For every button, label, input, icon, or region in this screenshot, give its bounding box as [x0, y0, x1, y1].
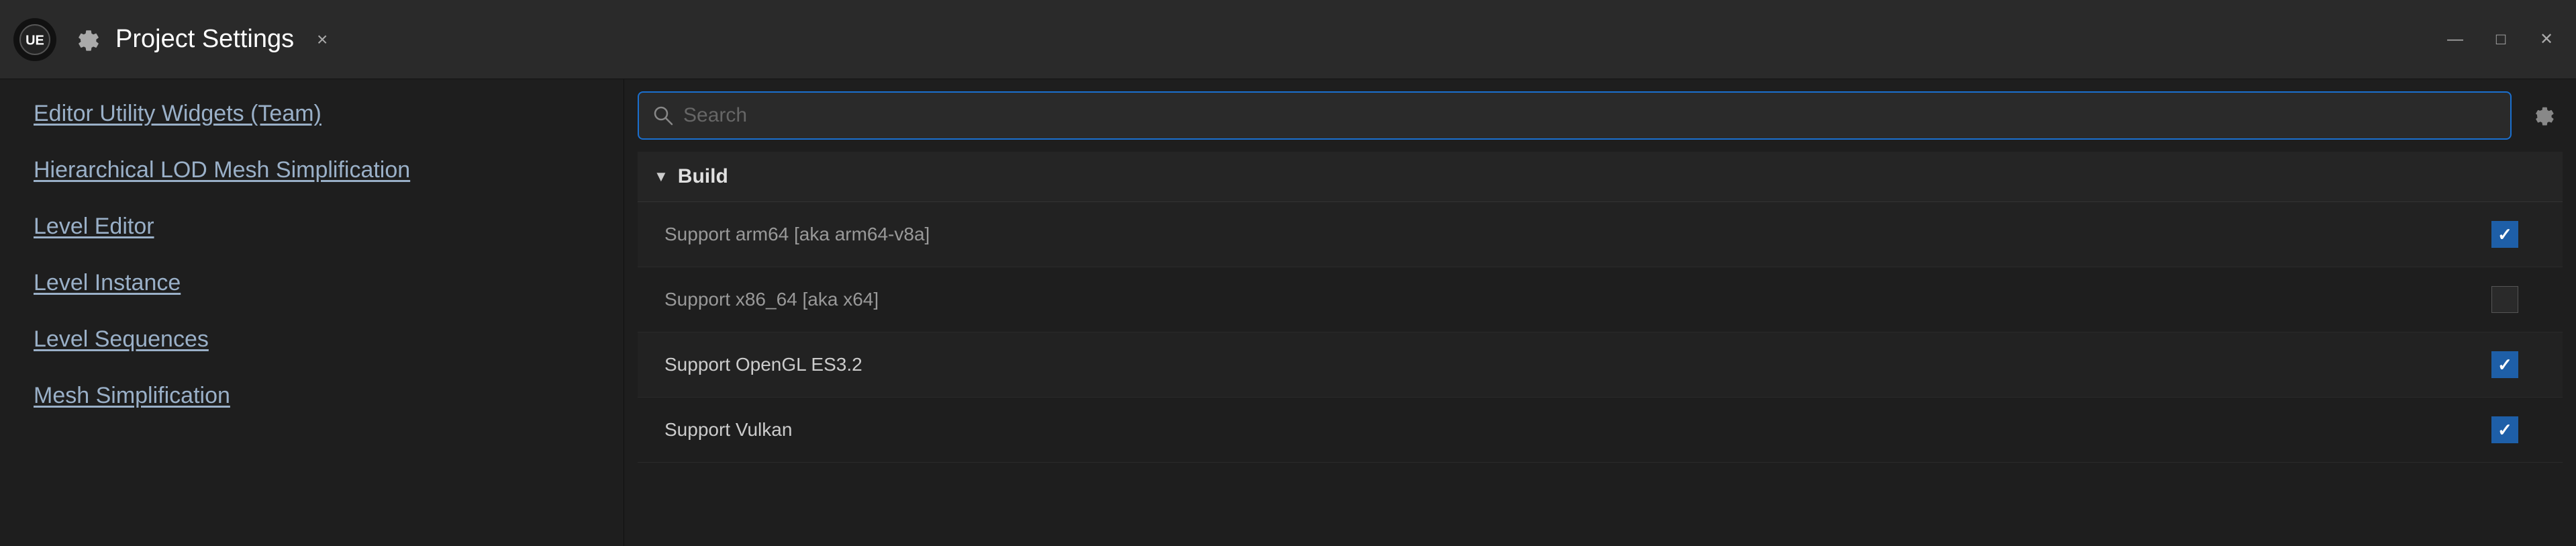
section-collapse-arrow: ▼ — [654, 168, 668, 185]
search-input[interactable] — [683, 104, 2497, 127]
right-panel: ▼ Build Support arm64 [aka arm64-v8a] Su… — [624, 79, 2576, 546]
checkbox-vulkan[interactable] — [2491, 416, 2518, 443]
checkbox-x86-wrap[interactable] — [2487, 282, 2522, 317]
settings-gear-icon[interactable] — [2522, 95, 2563, 136]
row-label-x86: Support x86_64 [aka x64] — [664, 289, 2487, 310]
checkbox-opengl-wrap[interactable] — [2487, 347, 2522, 382]
search-bar-wrap — [638, 91, 2563, 140]
table-row: Support OpenGL ES3.2 — [638, 332, 2563, 398]
main-content: Editor Utility Widgets (Team) Hierarchic… — [0, 79, 2576, 546]
checkbox-vulkan-wrap[interactable] — [2487, 412, 2522, 447]
checkbox-arm64-wrap[interactable] — [2487, 217, 2522, 252]
sidebar: Editor Utility Widgets (Team) Hierarchic… — [0, 79, 624, 546]
ue-logo: UE — [13, 18, 56, 61]
build-section-header[interactable]: ▼ Build — [638, 152, 2563, 202]
tab-close-button[interactable]: × — [306, 24, 338, 56]
row-label-opengl: Support OpenGL ES3.2 — [664, 354, 2487, 375]
settings-icon — [68, 22, 103, 57]
window-controls: — □ ✕ — [2439, 24, 2563, 56]
window-title: Project Settings — [115, 25, 294, 54]
checkbox-opengl[interactable] — [2491, 351, 2518, 378]
row-label-vulkan: Support Vulkan — [664, 419, 2487, 441]
section-title-build: Build — [678, 165, 728, 188]
table-row: Support x86_64 [aka x64] — [638, 267, 2563, 332]
sidebar-item-hierarchical-lod[interactable]: Hierarchical LOD Mesh Simplification — [0, 142, 624, 199]
settings-content: ▼ Build Support arm64 [aka arm64-v8a] Su… — [638, 152, 2563, 546]
sidebar-item-level-instance[interactable]: Level Instance — [0, 255, 624, 312]
svg-text:UE: UE — [26, 33, 44, 48]
close-window-button[interactable]: ✕ — [2530, 24, 2563, 56]
checkbox-arm64[interactable] — [2491, 221, 2518, 248]
sidebar-item-mesh-simplification[interactable]: Mesh Simplification — [0, 368, 624, 424]
sidebar-item-level-sequences[interactable]: Level Sequences — [0, 312, 624, 368]
table-row: Support arm64 [aka arm64-v8a] — [638, 202, 2563, 267]
title-bar-left: UE Project Settings × — [13, 18, 2439, 61]
sidebar-item-editor-utility-widgets[interactable]: Editor Utility Widgets (Team) — [0, 86, 624, 142]
checkbox-x86[interactable] — [2491, 286, 2518, 313]
title-bar: UE Project Settings × — □ ✕ — [0, 0, 2576, 79]
search-icon — [652, 105, 674, 126]
table-row: Support Vulkan — [638, 398, 2563, 463]
minimize-button[interactable]: — — [2439, 24, 2471, 56]
search-bar — [638, 91, 2512, 140]
maximize-button[interactable]: □ — [2485, 24, 2517, 56]
sidebar-item-level-editor[interactable]: Level Editor — [0, 199, 624, 255]
row-label-arm64: Support arm64 [aka arm64-v8a] — [664, 224, 2487, 245]
